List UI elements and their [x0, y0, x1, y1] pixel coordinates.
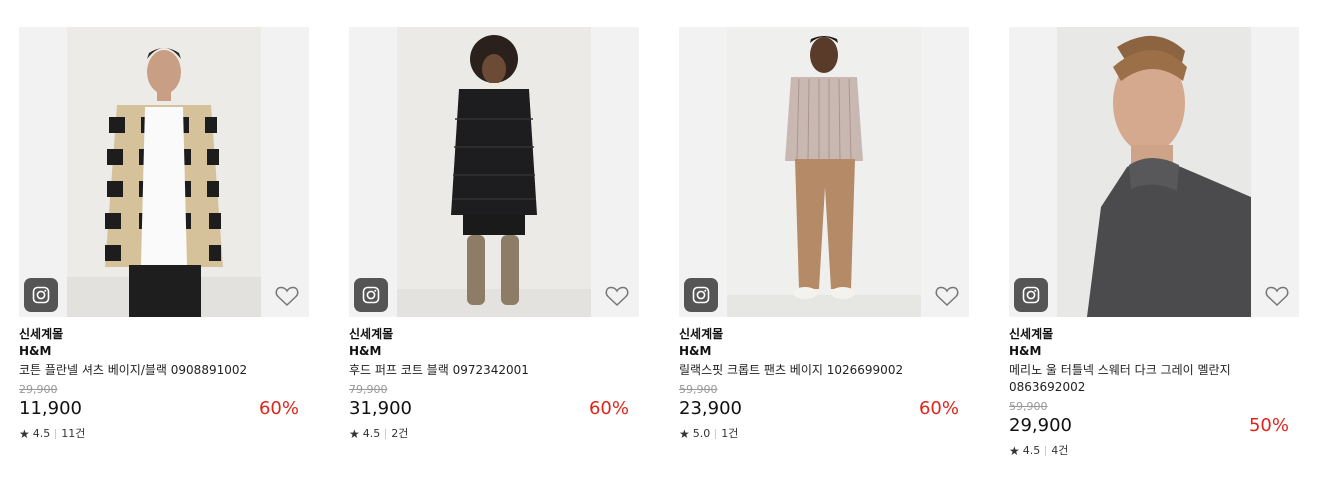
- product-info: 신세계몰 H&M 코튼 플란넬 셔츠 베이지/블랙 0908891002 29,…: [19, 317, 309, 441]
- rating-value: 5.0: [692, 427, 711, 440]
- product-photo: [1057, 27, 1251, 317]
- review-count: 4건: [1051, 444, 1069, 457]
- original-price: 59,900: [679, 383, 718, 396]
- review-count: 1건: [721, 427, 739, 440]
- product-image[interactable]: [679, 27, 969, 317]
- product-title[interactable]: 후드 퍼프 코트 블랙 0972342001: [349, 362, 639, 379]
- rating-value: 4.5: [362, 427, 381, 440]
- product-card[interactable]: 신세계몰 H&M 메리노 울 터틀넥 스웨터 다크 그레이 멜란지 086369…: [1009, 27, 1299, 458]
- review-count: 11건: [61, 427, 86, 440]
- brand-name: H&M: [679, 344, 712, 358]
- product-info: 신세계몰 H&M 릴랙스핏 크롭트 팬츠 베이지 1026699002 59,9…: [679, 317, 969, 441]
- product-photo: [67, 27, 261, 317]
- product-card[interactable]: 신세계몰 H&M 코튼 플란넬 셔츠 베이지/블랙 0908891002 29,…: [19, 27, 309, 441]
- sale-price: 11,900: [19, 398, 82, 419]
- product-card[interactable]: 신세계몰 H&M 후드 퍼프 코트 블랙 0972342001 79,900 3…: [349, 27, 639, 441]
- mall-name: 신세계몰: [679, 327, 724, 341]
- brand-name: H&M: [1009, 344, 1042, 358]
- heart-icon[interactable]: [275, 285, 299, 307]
- product-image[interactable]: [349, 27, 639, 317]
- sale-price: 29,900: [1009, 415, 1072, 436]
- mall-name: 신세계몰: [19, 327, 64, 341]
- instagram-icon: [1022, 286, 1040, 304]
- rating-row: ★ 4.5 11건: [19, 427, 309, 441]
- heart-icon[interactable]: [605, 285, 629, 307]
- discount-rate: 60%: [918, 398, 959, 419]
- heart-icon[interactable]: [1265, 285, 1289, 307]
- instagram-button[interactable]: [1014, 278, 1048, 312]
- rating-row: ★ 5.0 1건: [679, 427, 969, 441]
- star-icon: ★: [679, 427, 690, 441]
- divider: [715, 429, 717, 439]
- divider: [385, 429, 387, 439]
- brand-name: H&M: [19, 344, 52, 358]
- brand-name: H&M: [349, 344, 382, 358]
- discount-rate: 50%: [1248, 415, 1289, 436]
- star-icon: ★: [349, 427, 360, 441]
- price-row: 31,900 60%: [349, 397, 639, 421]
- product-grid: 신세계몰 H&M 코튼 플란넬 셔츠 베이지/블랙 0908891002 29,…: [0, 0, 1317, 492]
- rating-row: ★ 4.5 2건: [349, 427, 639, 441]
- product-image[interactable]: [19, 27, 309, 317]
- product-photo: [397, 27, 591, 317]
- price-row: 23,900 60%: [679, 397, 969, 421]
- product-info: 신세계몰 H&M 후드 퍼프 코트 블랙 0972342001 79,900 3…: [349, 317, 639, 441]
- instagram-button[interactable]: [24, 278, 58, 312]
- divider: [55, 429, 57, 439]
- sale-price: 31,900: [349, 398, 412, 419]
- product-card[interactable]: 신세계몰 H&M 릴랙스핏 크롭트 팬츠 베이지 1026699002 59,9…: [679, 27, 969, 441]
- original-price: 29,900: [19, 383, 58, 396]
- instagram-icon: [362, 286, 380, 304]
- heart-icon[interactable]: [935, 285, 959, 307]
- star-icon: ★: [19, 427, 30, 441]
- product-info: 신세계몰 H&M 메리노 울 터틀넥 스웨터 다크 그레이 멜란지 086369…: [1009, 317, 1299, 458]
- rating-row: ★ 4.5 4건: [1009, 444, 1299, 458]
- mall-name: 신세계몰: [349, 327, 394, 341]
- product-title[interactable]: 코튼 플란넬 셔츠 베이지/블랙 0908891002: [19, 362, 309, 379]
- original-price: 79,900: [349, 383, 388, 396]
- review-count: 2건: [391, 427, 409, 440]
- rating-value: 4.5: [1022, 444, 1041, 457]
- discount-rate: 60%: [588, 398, 629, 419]
- instagram-button[interactable]: [684, 278, 718, 312]
- price-row: 29,900 50%: [1009, 414, 1299, 438]
- product-photo: [727, 27, 921, 317]
- product-title[interactable]: 릴랙스핏 크롭트 팬츠 베이지 1026699002: [679, 362, 969, 379]
- product-image[interactable]: [1009, 27, 1299, 317]
- divider: [1045, 446, 1047, 456]
- original-price: 59,900: [1009, 400, 1048, 413]
- product-title[interactable]: 메리노 울 터틀넥 스웨터 다크 그레이 멜란지 0863692002: [1009, 362, 1299, 396]
- star-icon: ★: [1009, 444, 1020, 458]
- mall-name: 신세계몰: [1009, 327, 1054, 341]
- instagram-icon: [692, 286, 710, 304]
- instagram-button[interactable]: [354, 278, 388, 312]
- price-row: 11,900 60%: [19, 397, 309, 421]
- rating-value: 4.5: [32, 427, 51, 440]
- sale-price: 23,900: [679, 398, 742, 419]
- discount-rate: 60%: [258, 398, 299, 419]
- instagram-icon: [32, 286, 50, 304]
